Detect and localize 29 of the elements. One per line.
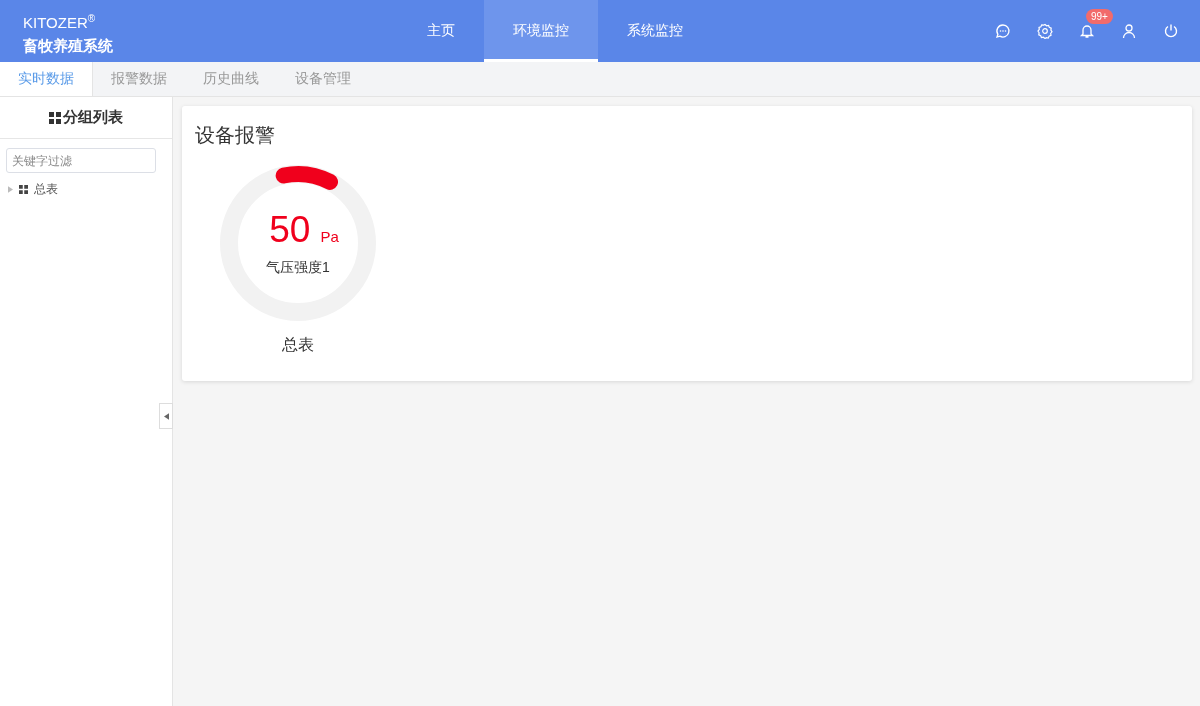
sidebar-title: 分组列表 [63,108,123,127]
tab[interactable]: 报警数据 [93,62,185,96]
user-icon[interactable] [1121,23,1137,39]
tab[interactable]: 实时数据 [0,62,93,96]
settings-icon[interactable] [1037,23,1053,39]
bell-icon[interactable] [1079,23,1095,39]
nav-tab[interactable]: 主页 [398,0,484,62]
power-icon[interactable] [1163,23,1179,39]
tab[interactable]: 设备管理 [277,62,369,96]
brand-name: KITOZER$^{®}$ [23,12,96,32]
card-title: 设备报警 [195,123,276,148]
collapse-button[interactable] [159,403,173,429]
grid-icon [19,185,28,194]
grid-icon [49,111,61,124]
caret-icon[interactable] [8,186,13,193]
notification-badge: 99+ [1086,9,1113,24]
gauge-unit: Pa [320,228,339,245]
gauge-label: 气压强度1 [266,259,330,277]
nav-tab[interactable]: 环境监控 [484,0,598,62]
tree-item[interactable]: 总表 [0,173,172,198]
system-name: 畜牧养殖系统 [23,37,114,56]
tree-label: 总表 [34,181,58,198]
gauge-value: 50 [269,209,311,251]
filter-field[interactable]: 关键字过滤 [6,148,156,173]
group-label: 总表 [282,335,314,355]
chat-icon[interactable] [995,23,1011,39]
caret-icon [163,412,169,420]
tab[interactable]: 历史曲线 [185,62,277,96]
nav-tab[interactable]: 系统监控 [598,0,712,62]
